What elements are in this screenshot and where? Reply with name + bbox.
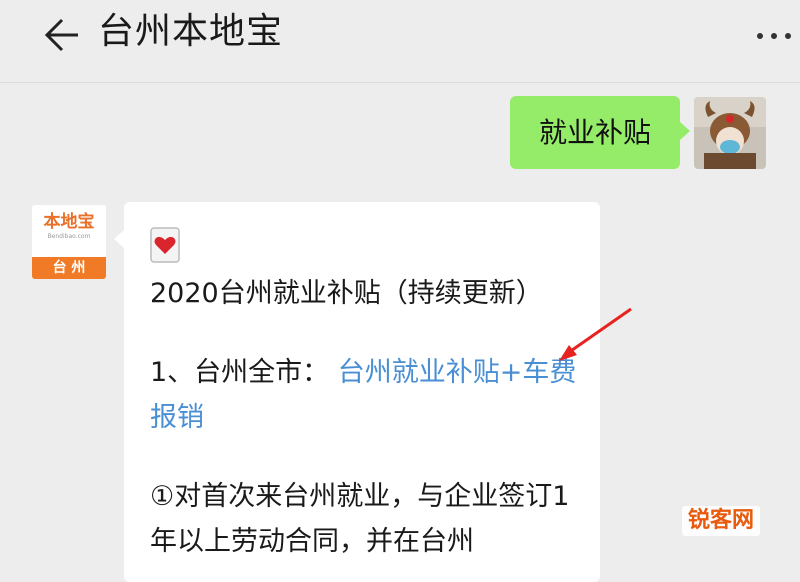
my-message-bubble[interactable]: 就业补贴 [510, 96, 690, 169]
chat-header: 台州本地宝 [0, 0, 800, 83]
back-arrow-icon[interactable] [40, 14, 82, 56]
reply-title-line: 2020台州就业补贴（持续更新） [150, 226, 580, 316]
chat-title: 台州本地宝 [98, 11, 284, 52]
reindeer-costume-avatar-image [694, 97, 766, 169]
heart-card-icon [150, 227, 180, 263]
reply-item-prefix: 1、台州全市： [150, 357, 330, 388]
reply-paragraph: ①对首次来台州就业，与企业签订1年以上劳动合同，并在台州 [150, 481, 570, 557]
site-watermark: 锐客网 [682, 506, 761, 536]
bot-reply-bubble[interactable]: 2020台州就业补贴（持续更新） 1、台州全市： 台州就业补贴+车费报销 ①对首… [114, 202, 600, 582]
reply-item-line: 1、台州全市： 台州就业补贴+车费报销 [150, 350, 580, 440]
reply-title: 2020台州就业补贴（持续更新） [150, 278, 543, 309]
my-avatar[interactable] [694, 97, 766, 169]
bendibao-url: Bendibao.com [47, 233, 91, 240]
more-options-icon[interactable] [752, 28, 796, 44]
red-annotation-arrow [559, 307, 632, 361]
bendibao-logo: 本地宝 [43, 212, 95, 232]
bot-avatar[interactable]: 本地宝 Bendibao.com 台 州 [32, 205, 106, 279]
bot-avatar-top: 本地宝 Bendibao.com [32, 205, 106, 253]
my-message-text: 就业补贴 [538, 116, 651, 149]
bot-avatar-city: 台 州 [32, 257, 106, 279]
